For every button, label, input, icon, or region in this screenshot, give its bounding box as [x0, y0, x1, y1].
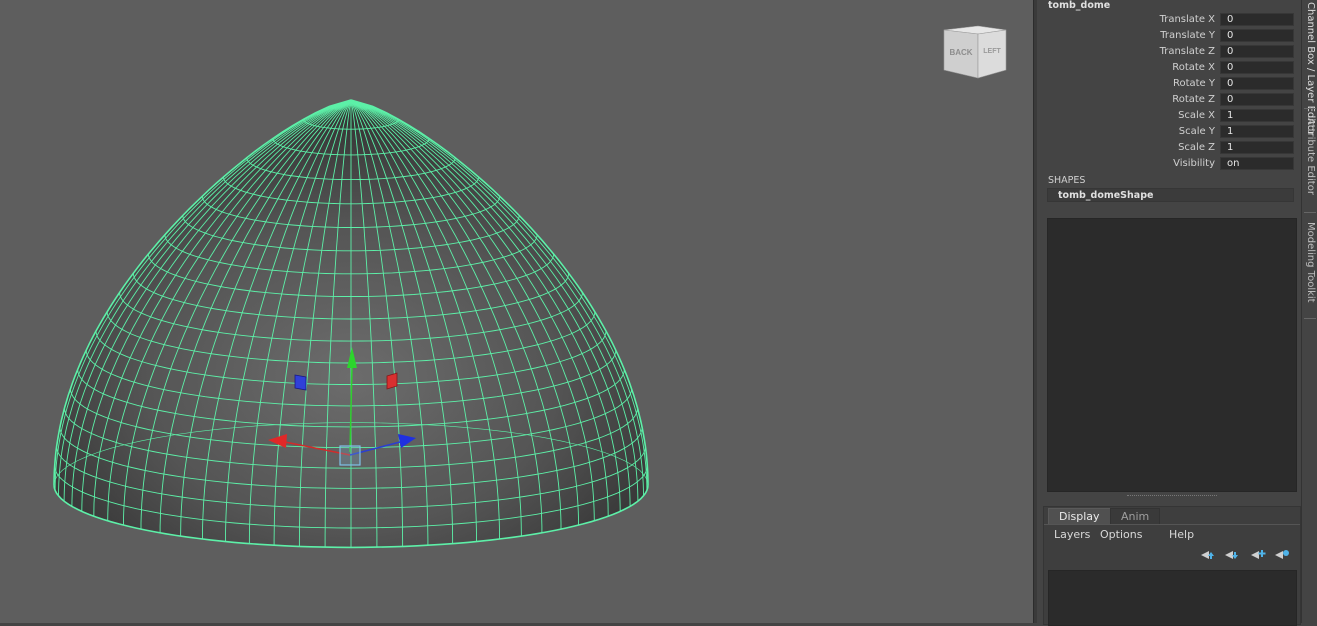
attr-value-field[interactable]: 0: [1220, 29, 1294, 42]
view-cube[interactable]: BACK LEFT: [940, 22, 1010, 82]
channel-box-panel: tomb_dome Translate X 0 Translate Y 0 Tr…: [1037, 0, 1301, 626]
attr-label: Rotate Z: [1172, 94, 1215, 105]
shape-node-item[interactable]: tomb_domeShape: [1047, 188, 1294, 202]
side-tab-modeling-toolkit[interactable]: Modeling Toolkit: [1302, 222, 1317, 312]
attr-label: Translate Y: [1160, 30, 1215, 41]
attr-value-field[interactable]: 1: [1220, 125, 1294, 138]
attr-label: Scale Y: [1178, 126, 1215, 137]
attr-row-translate-y[interactable]: Translate Y 0: [1037, 28, 1301, 44]
attr-label: Rotate Y: [1172, 78, 1215, 89]
attr-label: Translate X: [1159, 14, 1215, 25]
channel-box-empty-area: [1047, 218, 1297, 492]
menu-layers[interactable]: Layers: [1054, 528, 1090, 541]
attr-value-field[interactable]: 0: [1220, 61, 1294, 74]
layer-list[interactable]: [1048, 570, 1297, 626]
side-tab-label: Channel Box / Layer Editor: [1305, 2, 1316, 136]
attr-value-field[interactable]: 0: [1220, 77, 1294, 90]
tab-anim[interactable]: Anim: [1110, 508, 1161, 524]
attr-row-scale-y[interactable]: Scale Y 1: [1037, 124, 1301, 140]
attr-label: Visibility: [1173, 158, 1215, 169]
attr-value-field[interactable]: 0: [1220, 13, 1294, 26]
new-empty-layer-icon[interactable]: [1250, 549, 1266, 561]
attr-row-visibility[interactable]: Visibility on: [1037, 156, 1301, 172]
attr-value-field[interactable]: 0: [1220, 93, 1294, 106]
view-cube-left-label: LEFT: [983, 48, 1001, 55]
tab-display[interactable]: Display: [1048, 508, 1111, 524]
shapes-heading: SHAPES: [1048, 175, 1086, 186]
object-name[interactable]: tomb_dome: [1048, 0, 1110, 11]
move-layer-up-icon[interactable]: [1200, 549, 1216, 561]
attr-label: Translate Z: [1159, 46, 1215, 57]
attr-row-rotate-z[interactable]: Rotate Z 0: [1037, 92, 1301, 108]
attr-value-field[interactable]: 0: [1220, 45, 1294, 58]
attr-value-field[interactable]: on: [1220, 157, 1294, 170]
side-tab-attribute-editor[interactable]: Attribute Editor: [1302, 118, 1317, 206]
dome-wireframe-scene[interactable]: [0, 0, 1033, 623]
move-layer-down-icon[interactable]: [1224, 549, 1240, 561]
xy-plane-handle[interactable]: [386, 372, 398, 390]
side-tab-divider: [1304, 318, 1316, 319]
menu-options[interactable]: Options: [1100, 528, 1142, 541]
side-tab-strip: Channel Box / Layer Editor Attribute Edi…: [1301, 0, 1317, 623]
side-tab-channel-box-layer-editor[interactable]: Channel Box / Layer Editor: [1302, 2, 1317, 135]
attr-row-rotate-x[interactable]: Rotate X 0: [1037, 60, 1301, 76]
3d-viewport[interactable]: BACK LEFT: [0, 0, 1033, 623]
side-tab-divider: [1304, 212, 1316, 213]
attr-row-translate-z[interactable]: Translate Z 0: [1037, 44, 1301, 60]
side-tab-divider: [1304, 108, 1316, 109]
attr-label: Scale X: [1178, 110, 1215, 121]
layer-editor: Display Anim Layers Options Help: [1043, 506, 1301, 626]
layer-editor-splitter[interactable]: [1127, 495, 1217, 498]
attr-row-scale-z[interactable]: Scale Z 1: [1037, 140, 1301, 156]
attr-label: Scale Z: [1178, 142, 1215, 153]
attr-row-rotate-y[interactable]: Rotate Y 0: [1037, 76, 1301, 92]
attr-value-field[interactable]: 1: [1220, 109, 1294, 122]
attr-row-scale-x[interactable]: Scale X 1: [1037, 108, 1301, 124]
attr-label: Rotate X: [1172, 62, 1215, 73]
view-cube-back-label: BACK: [949, 48, 972, 57]
side-tab-label: Modeling Toolkit: [1305, 222, 1316, 303]
yz-plane-handle[interactable]: [294, 374, 307, 391]
tabs-divider: [1044, 524, 1300, 525]
new-layer-from-selected-icon[interactable]: [1274, 549, 1290, 561]
attr-value-field[interactable]: 1: [1220, 141, 1294, 154]
menu-help[interactable]: Help: [1169, 528, 1194, 541]
center-handle[interactable]: [339, 445, 361, 466]
attr-row-translate-x[interactable]: Translate X 0: [1037, 12, 1301, 28]
side-tab-label: Attribute Editor: [1305, 118, 1316, 195]
